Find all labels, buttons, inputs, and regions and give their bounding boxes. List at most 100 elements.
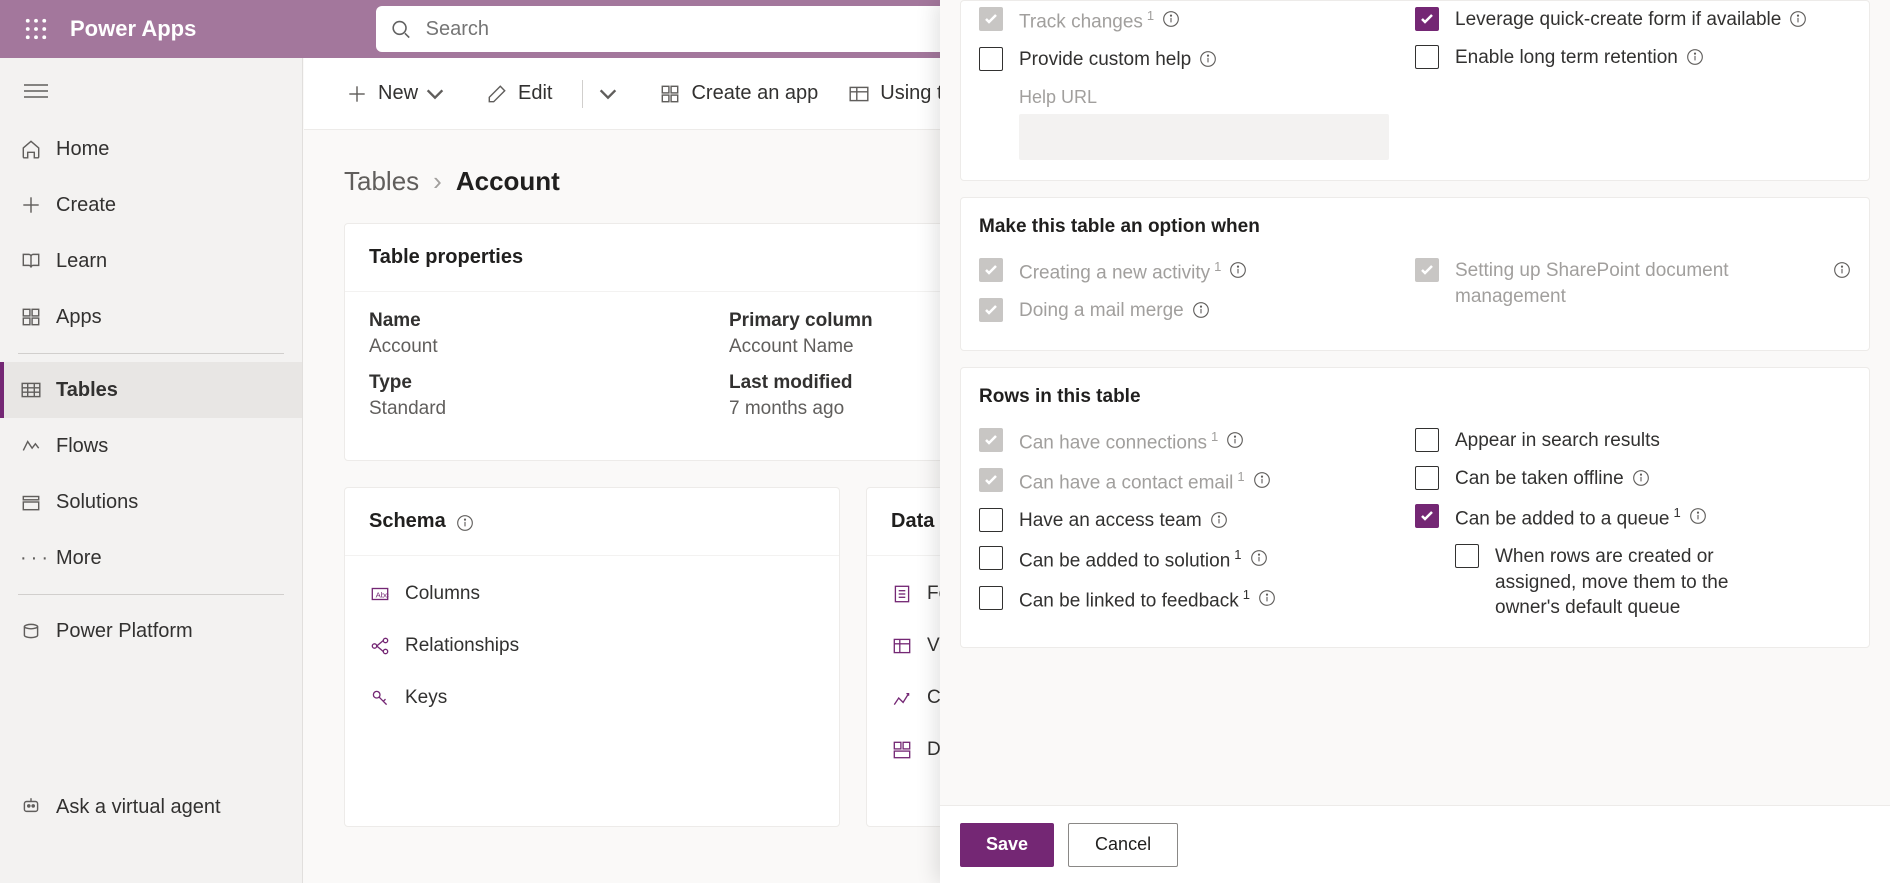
mail-merge-label: Doing a mail merge <box>1019 298 1184 324</box>
checkbox-retention[interactable] <box>1415 45 1439 69</box>
nav-power-platform[interactable]: Power Platform <box>0 603 302 659</box>
schema-columns-label: Columns <box>405 583 480 605</box>
schema-keys[interactable]: Keys <box>345 672 839 724</box>
opt-queue: Can be added to a queue1 <box>1415 498 1851 538</box>
connections-label: Can have connections <box>1019 432 1207 453</box>
info-icon[interactable] <box>1253 471 1271 489</box>
checkbox-queue-sub[interactable] <box>1455 544 1479 568</box>
nav-tables[interactable]: Tables <box>0 362 302 418</box>
help-url-input[interactable] <box>1019 114 1389 160</box>
new-button[interactable]: New <box>346 82 456 105</box>
opt-connections: Can have connections1 <box>979 422 1415 462</box>
create-app-button[interactable]: Create an app <box>659 82 818 105</box>
opt-quick-create: Leverage quick-create form if available <box>1415 1 1851 39</box>
checkbox-custom-help[interactable] <box>979 47 1003 71</box>
waffle-icon[interactable] <box>12 18 60 40</box>
info-icon[interactable] <box>1226 431 1244 449</box>
info-icon[interactable] <box>1789 10 1807 28</box>
new-activity-label: Creating a new activity <box>1019 262 1210 283</box>
checkbox-linked-feedback[interactable] <box>979 586 1003 610</box>
nav-learn[interactable]: Learn <box>0 233 302 289</box>
sec3-title: Rows in this table <box>979 368 1851 422</box>
custom-help-label: Provide custom help <box>1019 47 1191 73</box>
breadcrumb-current: Account <box>456 166 560 197</box>
checkbox-added-solution[interactable] <box>979 546 1003 570</box>
nav-flows[interactable]: Flows <box>0 418 302 474</box>
info-icon[interactable] <box>1210 511 1228 529</box>
panel-section-rows: Rows in this table Can have connections1… <box>960 367 1870 648</box>
opt-mail-merge: Doing a mail merge <box>979 292 1415 330</box>
nav-home[interactable]: Home <box>0 121 302 177</box>
info-icon[interactable] <box>1258 589 1276 607</box>
checkbox-access-team[interactable] <box>979 508 1003 532</box>
nav-solutions[interactable]: Solutions <box>0 474 302 530</box>
opt-offline: Can be taken offline <box>1415 460 1851 498</box>
nav-tables-label: Tables <box>56 379 118 402</box>
info-icon[interactable] <box>1833 261 1851 279</box>
schema-relationships[interactable]: Relationships <box>345 620 839 672</box>
save-button[interactable]: Save <box>960 823 1054 867</box>
nav-pp-label: Power Platform <box>56 620 193 643</box>
cancel-button[interactable]: Cancel <box>1068 823 1178 867</box>
opt-retention: Enable long term retention <box>1415 39 1851 77</box>
svg-text:Abc: Abc <box>376 590 389 599</box>
breadcrumb-root[interactable]: Tables <box>344 166 419 197</box>
checkbox-search-results[interactable] <box>1415 428 1439 452</box>
chevron-right-icon: › <box>433 166 442 197</box>
sec2-title: Make this table an option when <box>979 198 1851 252</box>
edit-button[interactable]: Edit <box>486 82 552 105</box>
info-icon[interactable] <box>1229 261 1247 279</box>
opt-track-changes: Track changes1 <box>979 1 1415 41</box>
hamburger-icon[interactable] <box>0 66 302 121</box>
info-icon[interactable] <box>1199 50 1217 68</box>
nav-more[interactable]: ··· More <box>0 530 302 586</box>
nav-apps[interactable]: Apps <box>0 289 302 345</box>
opt-added-solution: Can be added to solution1 <box>979 540 1415 580</box>
added-solution-label: Can be added to solution <box>1019 550 1230 571</box>
opt-queue-sub: When rows are created or assigned, move … <box>1455 538 1851 627</box>
checkbox-connections <box>979 428 1003 452</box>
left-nav: Home Create Learn Apps Tables Flows Solu… <box>0 58 303 883</box>
checkbox-offline[interactable] <box>1415 466 1439 490</box>
info-icon[interactable] <box>1632 469 1650 487</box>
edit-split-button[interactable] <box>597 83 629 105</box>
schema-columns[interactable]: Abc Columns <box>345 568 839 620</box>
properties-panel: Track changes1 Provide custom help Help … <box>940 0 1890 883</box>
checkbox-track-changes <box>979 7 1003 31</box>
info-icon[interactable] <box>1192 301 1210 319</box>
panel-section-general: Track changes1 Provide custom help Help … <box>960 0 1870 181</box>
search-results-label: Appear in search results <box>1455 428 1660 454</box>
retention-label: Enable long term retention <box>1455 45 1678 71</box>
info-icon[interactable] <box>1162 10 1180 28</box>
edit-label: Edit <box>518 82 552 105</box>
schema-keys-label: Keys <box>405 687 447 709</box>
nav-apps-label: Apps <box>56 306 102 329</box>
create-app-label: Create an app <box>691 82 818 105</box>
schema-title: Schema <box>369 510 446 533</box>
brand-label[interactable]: Power Apps <box>70 16 196 42</box>
opt-access-team: Have an access team <box>979 502 1415 540</box>
checkbox-mail-merge <box>979 298 1003 322</box>
props-name-label: Name <box>369 310 729 332</box>
checkbox-new-activity <box>979 258 1003 282</box>
checkbox-queue[interactable] <box>1415 504 1439 528</box>
checkbox-sharepoint <box>1415 258 1439 282</box>
offline-label: Can be taken offline <box>1455 466 1624 492</box>
track-changes-label: Track changes <box>1019 11 1143 32</box>
props-type-label: Type <box>369 372 729 394</box>
new-label: New <box>378 82 418 105</box>
nav-more-label: More <box>56 547 102 570</box>
contact-email-label: Can have a contact email <box>1019 472 1233 493</box>
info-icon[interactable] <box>1689 507 1707 525</box>
quick-create-label: Leverage quick-create form if available <box>1455 7 1781 33</box>
info-icon[interactable] <box>456 514 474 532</box>
search-icon <box>390 18 411 40</box>
more-icon: ··· <box>20 547 42 569</box>
opt-custom-help: Provide custom help <box>979 41 1415 79</box>
nav-ask-agent[interactable]: Ask a virtual agent <box>0 779 302 835</box>
nav-create[interactable]: Create <box>0 177 302 233</box>
info-icon[interactable] <box>1686 48 1704 66</box>
nav-agent-label: Ask a virtual agent <box>56 796 221 819</box>
checkbox-quick-create[interactable] <box>1415 7 1439 31</box>
info-icon[interactable] <box>1250 549 1268 567</box>
